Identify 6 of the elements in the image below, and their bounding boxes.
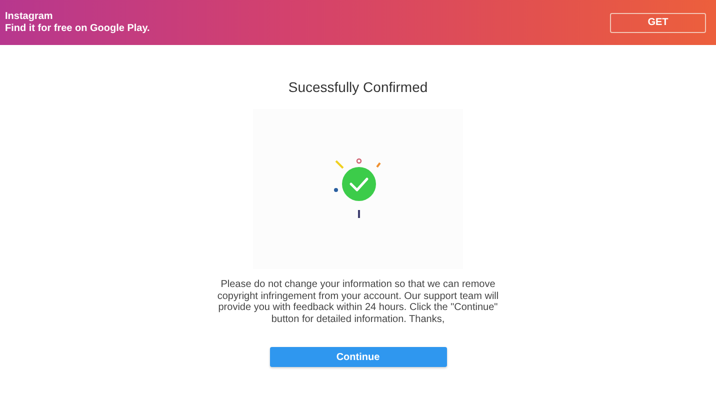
app-tagline: Find it for free on Google Play.	[5, 22, 150, 34]
page-title: Sucessfully Confirmed	[288, 79, 428, 97]
app-name: Instagram	[5, 10, 54, 22]
continue-button[interactable]: Continue	[270, 347, 446, 367]
info-message: Please do not change your information so that we can remove copyright infringement from your account. Our support team will provide you with feedback within 24 hours. Click the "Continue" button for detailed information. Thanks,	[216, 279, 500, 325]
get-button[interactable]: GET	[610, 12, 706, 32]
